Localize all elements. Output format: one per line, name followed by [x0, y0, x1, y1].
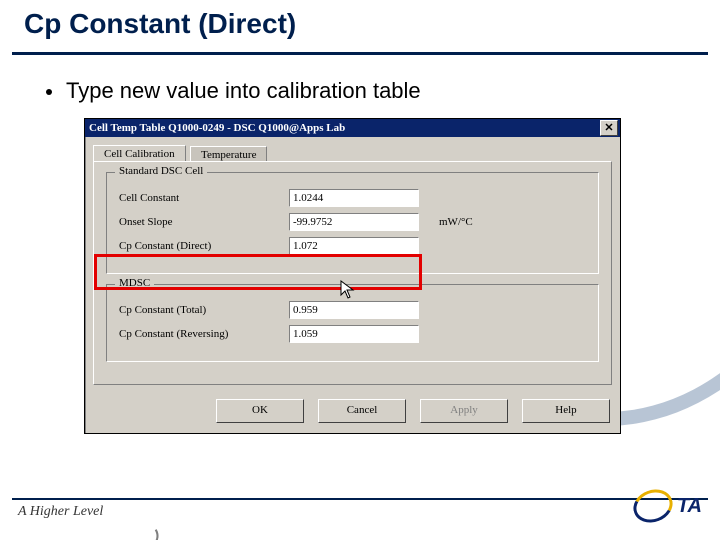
group-mdsc-title: MDSC [115, 277, 154, 289]
input-cp-direct[interactable] [289, 237, 419, 255]
help-button[interactable]: Help [522, 399, 610, 423]
label-cp-direct: Cp Constant (Direct) [119, 240, 289, 252]
apply-button[interactable]: Apply [420, 399, 508, 423]
footer-rule [12, 498, 708, 500]
tab-strip: Cell Calibration Temperature [85, 137, 620, 161]
dialog-titlebar: Cell Temp Table Q1000-0249 - DSC Q1000@A… [85, 119, 620, 137]
row-cell-constant: Cell Constant [119, 189, 586, 207]
group-mdsc: MDSC Cp Constant (Total) Cp Constant (Re… [106, 284, 599, 362]
row-cp-direct: Cp Constant (Direct) [119, 237, 586, 255]
footer-swoosh-icon [131, 521, 161, 540]
input-onset-slope[interactable] [289, 213, 419, 231]
bullet-line: Type new value into calibration table [46, 78, 421, 104]
tab-panel: Standard DSC Cell Cell Constant Onset Sl… [93, 161, 612, 385]
label-cell-constant: Cell Constant [119, 192, 289, 204]
slide-title: Cp Constant (Direct) [24, 8, 296, 40]
title-rule [12, 52, 708, 55]
label-cp-reversing: Cp Constant (Reversing) [119, 328, 289, 340]
input-cp-reversing[interactable] [289, 325, 419, 343]
brand-logo: TA [633, 490, 702, 522]
row-onset-slope: Onset Slope mW/°C [119, 213, 586, 231]
footer-tagline: A Higher Level [18, 504, 103, 520]
bullet-text: Type new value into calibration table [66, 78, 421, 103]
row-cp-total: Cp Constant (Total) [119, 301, 586, 319]
label-onset-slope: Onset Slope [119, 216, 289, 228]
group-standard-title: Standard DSC Cell [115, 165, 207, 177]
tagline-b: Level [73, 504, 103, 519]
cancel-button[interactable]: Cancel [318, 399, 406, 423]
calibration-dialog: Cell Temp Table Q1000-0249 - DSC Q1000@A… [84, 118, 621, 434]
logo-ring-icon [629, 484, 678, 528]
bullet-dot-icon [46, 89, 52, 95]
label-cp-total: Cp Constant (Total) [119, 304, 289, 316]
input-cell-constant[interactable] [289, 189, 419, 207]
row-cp-reversing: Cp Constant (Reversing) [119, 325, 586, 343]
tab-cell-calibration[interactable]: Cell Calibration [93, 145, 186, 162]
logo-text: TA [677, 495, 702, 518]
input-cp-total[interactable] [289, 301, 419, 319]
close-button[interactable]: ✕ [600, 120, 618, 136]
ok-button[interactable]: OK [216, 399, 304, 423]
tagline-a: A Higher [18, 504, 73, 519]
close-icon: ✕ [604, 123, 613, 134]
dialog-title: Cell Temp Table Q1000-0249 - DSC Q1000@A… [89, 122, 600, 134]
dialog-button-row: OK Cancel Apply Help [85, 393, 620, 433]
unit-onset-slope: mW/°C [439, 216, 473, 228]
group-standard-dsc: Standard DSC Cell Cell Constant Onset Sl… [106, 172, 599, 274]
